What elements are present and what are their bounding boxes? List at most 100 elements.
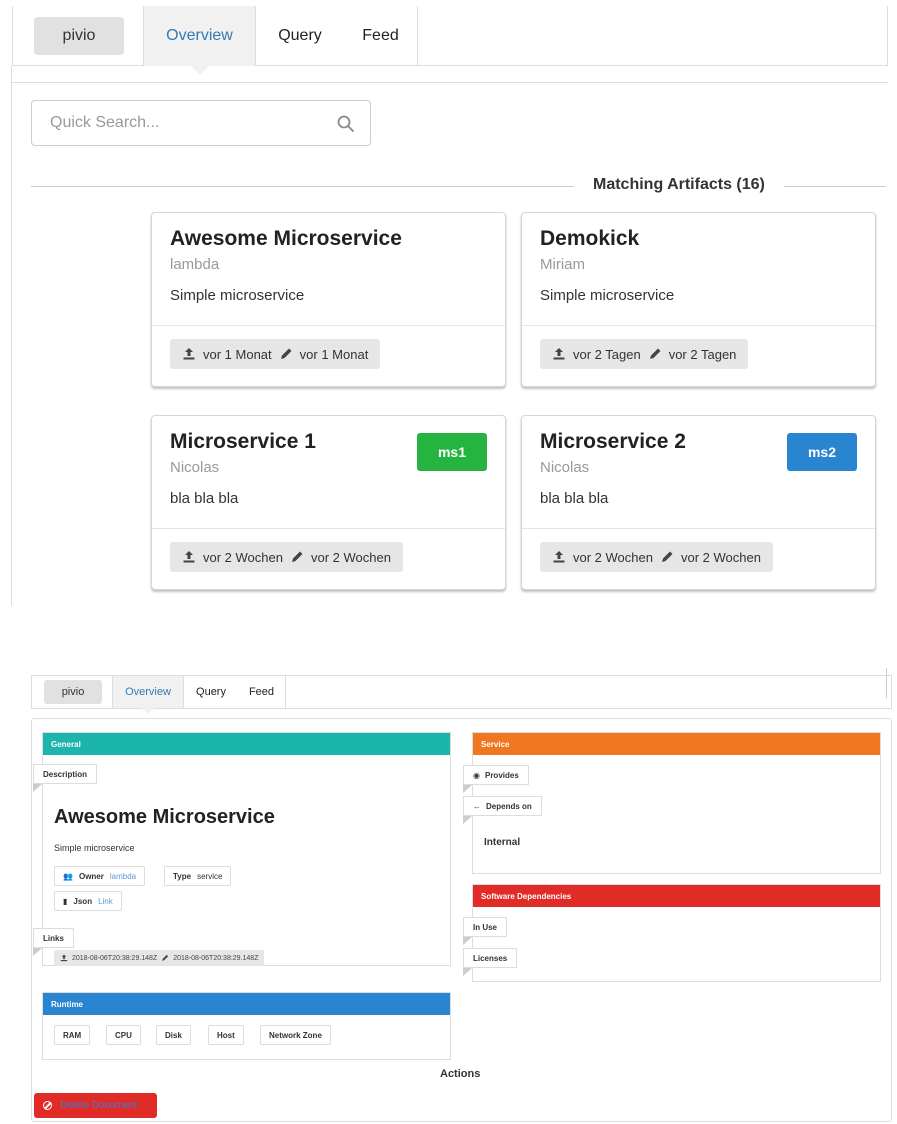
artifact-description: Simple microservice <box>54 843 135 853</box>
matching-artifacts-title: Matching Artifacts (16) <box>574 176 784 194</box>
upload-icon <box>553 348 565 360</box>
card-description: bla bla bla <box>170 490 239 507</box>
json-label: Json <box>73 896 93 906</box>
panel-header: Runtime <box>43 993 450 1015</box>
tab-feed[interactable]: Feed <box>344 5 418 66</box>
ban-icon <box>43 1101 52 1110</box>
depends-on-ribbon: ← Depends on <box>463 796 542 824</box>
cube-icon: ◉ <box>473 770 480 780</box>
upload-icon <box>183 348 195 360</box>
card-description: bla bla bla <box>540 490 609 507</box>
card-divider <box>522 325 875 326</box>
type-value: service <box>197 871 223 881</box>
in-use-ribbon: In Use <box>463 917 508 945</box>
card-dates: vor 2 Tagen vor 2 Tagen <box>540 339 749 369</box>
card-owner: Nicolas <box>540 459 590 476</box>
created-date: vor 2 Wochen <box>203 549 283 565</box>
panel-header: Software Dependencies <box>473 885 880 907</box>
links-ribbon: Links <box>33 928 74 956</box>
pencil-icon <box>291 551 303 562</box>
type-chip: Type service <box>164 866 232 886</box>
pencil-icon <box>649 348 661 359</box>
panel-header: General <box>43 733 450 755</box>
ribbon-label: Depends on <box>486 801 532 811</box>
search-input[interactable] <box>32 101 312 145</box>
tab-overview[interactable]: Overview <box>112 676 184 714</box>
artifact-card[interactable]: Microservice 1 ms1 Nicolas bla bla bla v… <box>151 415 506 590</box>
json-link[interactable]: Link <box>98 897 113 906</box>
card-dates: vor 2 Wochen vor 2 Wochen <box>540 542 773 572</box>
tab-feed[interactable]: Feed <box>238 676 286 708</box>
owner-chip: 👥 Owner lambda <box>54 866 146 886</box>
description-ribbon: Description <box>33 764 98 792</box>
card-owner: Nicolas <box>170 459 220 476</box>
created-date: vor 1 Monat <box>203 346 272 362</box>
card-title[interactable]: Demokick <box>540 227 639 251</box>
owner-link[interactable]: lambda <box>110 872 136 881</box>
artifact-card[interactable]: Demokick Miriam Simple microservice vor … <box>521 212 876 387</box>
runtime-cpu: CPU <box>106 1025 141 1045</box>
artifact-card[interactable]: Awesome Microservice lambda Simple micro… <box>151 212 506 387</box>
type-label: Type <box>173 871 192 881</box>
delete-label: Delete Document <box>60 1100 138 1111</box>
overview-screen: pivio Overview Query Feed Matching Artif… <box>0 0 897 610</box>
updated-date: vor 2 Wochen <box>680 549 761 565</box>
runtime-panel: Runtime <box>42 992 451 1060</box>
brand-logo[interactable]: pivio <box>44 680 102 704</box>
file-icon: ▮ <box>63 896 68 906</box>
software-dependencies-panel: Software Dependencies <box>472 884 881 982</box>
updated-date: vor 2 Wochen <box>310 549 391 565</box>
card-owner: lambda <box>170 256 220 273</box>
created-date: vor 2 Wochen <box>573 549 653 565</box>
updated-date: vor 2 Tagen <box>668 346 737 362</box>
owner-label: Owner <box>78 871 104 881</box>
card-dates: vor 2 Wochen vor 2 Wochen <box>170 542 403 572</box>
provides-ribbon: ◉ Provides <box>463 765 529 793</box>
card-dates: vor 1 Monat vor 1 Monat <box>170 339 381 369</box>
artifact-card[interactable]: Microservice 2 ms2 Nicolas bla bla bla v… <box>521 415 876 590</box>
top-navbar: pivio Overview Query Feed <box>12 5 888 75</box>
delete-document-button[interactable]: Delete Document <box>34 1093 157 1118</box>
created-date: 2018-08-06T20:38:29.148Z <box>72 954 158 962</box>
card-divider <box>152 325 505 326</box>
content-top-border <box>12 82 888 83</box>
card-title[interactable]: Microservice 1 <box>170 430 316 454</box>
runtime-disk: Disk <box>156 1025 191 1045</box>
licenses-ribbon: Licenses <box>463 948 518 976</box>
detail-screen: pivio Overview Query Feed General Descri… <box>0 668 897 1124</box>
ribbon-label: Provides <box>484 770 519 780</box>
created-date: vor 2 Tagen <box>573 346 641 362</box>
card-owner: Miriam <box>540 256 585 273</box>
tab-query[interactable]: Query <box>184 676 238 708</box>
pencil-icon <box>280 348 292 359</box>
pencil-icon <box>162 954 169 961</box>
short-name-badge: ms2 <box>787 433 857 471</box>
upload-icon <box>183 551 195 563</box>
json-chip: ▮ Json Link <box>54 891 122 911</box>
actions-title: Actions <box>440 1068 481 1080</box>
panel-header: Service <box>473 733 880 755</box>
runtime-network-zone: Network Zone <box>260 1025 331 1045</box>
arrow-left-icon: ← <box>473 801 481 811</box>
artifact-title: Awesome Microservice <box>54 806 275 828</box>
upload-icon <box>553 551 565 563</box>
ribbon-label: Licenses <box>473 953 508 963</box>
users-icon: 👥 <box>63 871 73 881</box>
top-navbar: pivio Overview Query Feed <box>31 675 892 714</box>
tab-query[interactable]: Query <box>256 6 344 66</box>
brand-logo[interactable]: pivio <box>34 16 124 55</box>
runtime-host: Host <box>208 1025 244 1045</box>
quick-search <box>31 100 371 146</box>
short-name-badge: ms1 <box>417 433 487 471</box>
internal-label: Internal <box>484 837 521 848</box>
ribbon-label: In Use <box>473 922 498 932</box>
card-title[interactable]: Microservice 2 <box>540 430 686 454</box>
card-title[interactable]: Awesome Microservice <box>170 227 402 251</box>
search-icon[interactable] <box>336 114 356 134</box>
tab-overview[interactable]: Overview <box>143 5 256 75</box>
runtime-ram: RAM <box>54 1025 91 1045</box>
ribbon-label: Links <box>43 933 64 943</box>
upload-icon <box>60 954 68 962</box>
pencil-icon <box>661 551 673 562</box>
card-description: Simple microservice <box>170 287 305 304</box>
